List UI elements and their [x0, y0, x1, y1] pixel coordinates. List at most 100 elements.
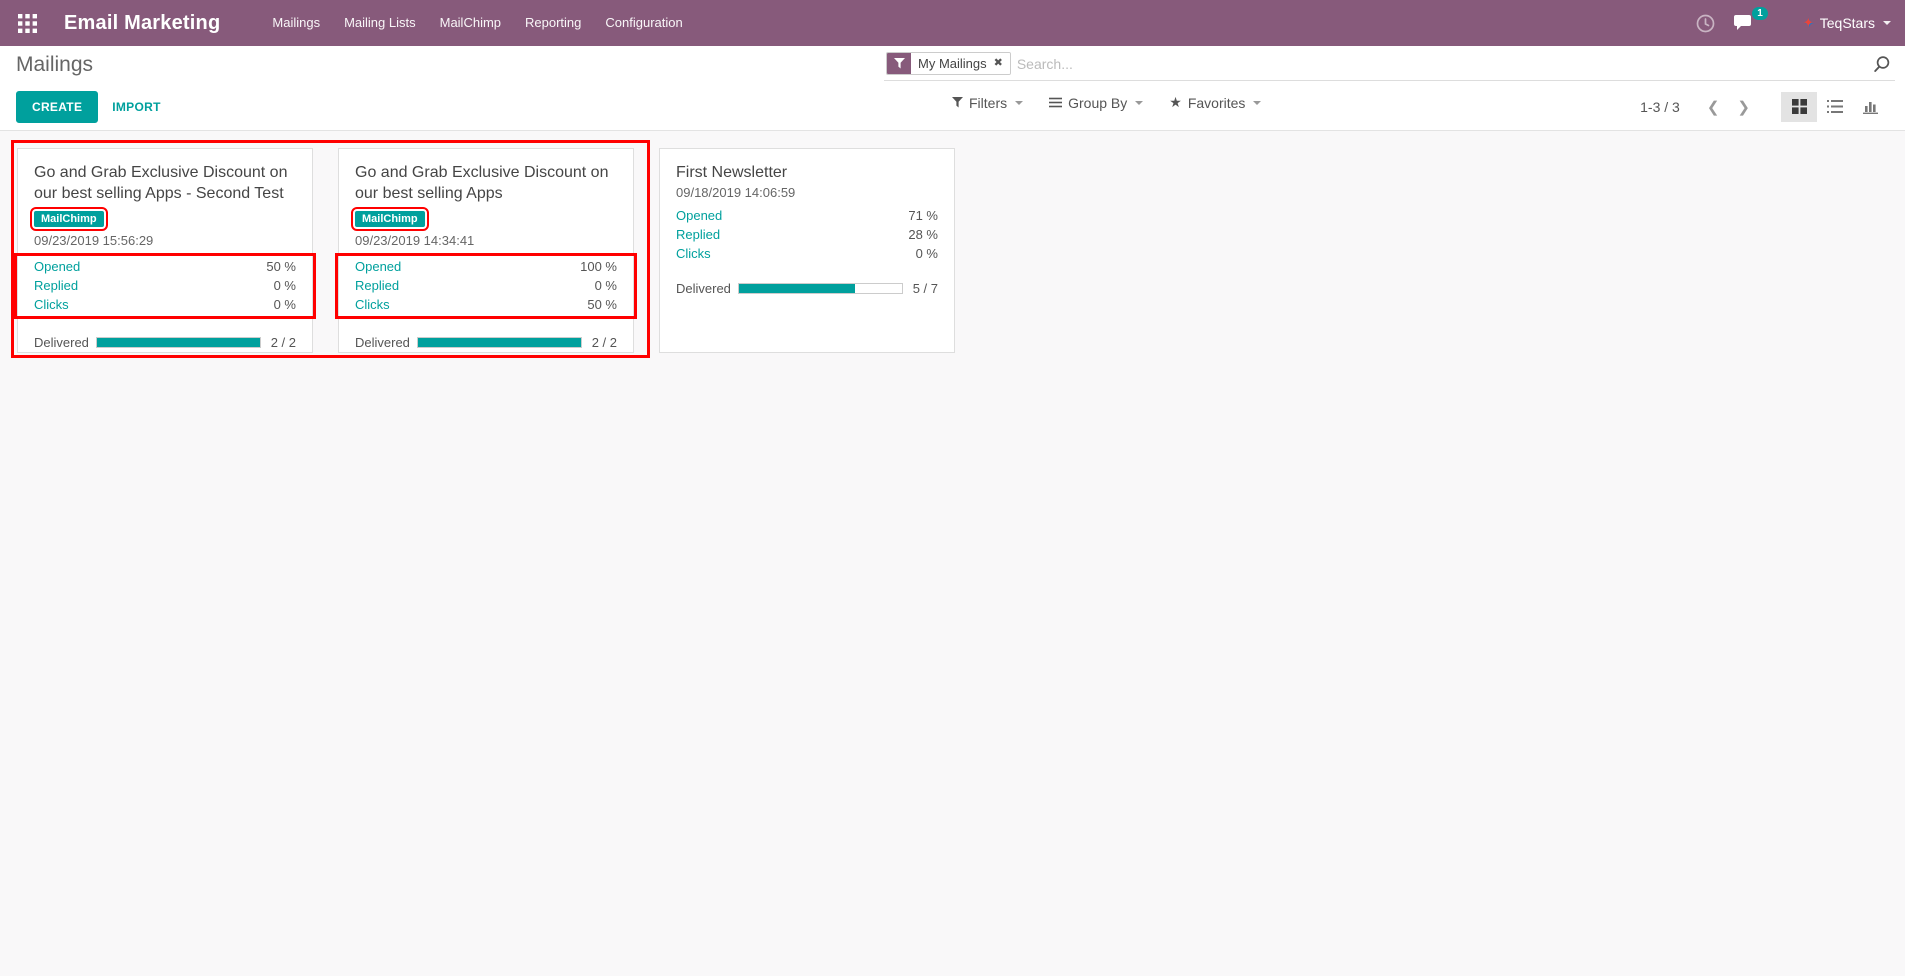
delivered-label: Delivered [355, 335, 417, 350]
stat-row-clicks: Clicks 50 % [338, 295, 634, 314]
mailing-date: 09/23/2019 15:56:29 [18, 229, 312, 253]
mailing-card[interactable]: Go and Grab Exclusive Discount on our be… [338, 148, 634, 353]
menu-reporting[interactable]: Reporting [513, 0, 593, 46]
star-icon: ★ [1169, 94, 1182, 111]
opened-link[interactable]: Opened [355, 258, 401, 275]
stat-row-clicks: Clicks 0 % [660, 244, 954, 263]
message-count-badge: 1 [1752, 7, 1768, 20]
group-by-dropdown[interactable]: Group By [1049, 95, 1143, 111]
kanban-view: Go and Grab Exclusive Discount on our be… [0, 131, 1905, 976]
clicks-link[interactable]: Clicks [676, 245, 711, 262]
control-panel: Mailings My Mailings ✖ CREATE IMPO [0, 46, 1905, 131]
mailing-card[interactable]: First Newsletter 09/18/2019 14:06:59 Ope… [659, 148, 955, 353]
delivered-value: 2 / 2 [592, 335, 617, 350]
list-view-button[interactable] [1817, 92, 1853, 122]
search-options: Filters Group By ★ Favorites [952, 94, 1261, 111]
delivered-progressbar [96, 337, 261, 348]
import-button[interactable]: IMPORT [98, 92, 174, 122]
facet-remove-icon[interactable]: ✖ [994, 58, 1003, 69]
mailchimp-badge: MailChimp [355, 211, 425, 227]
delivered-row: Delivered 2 / 2 [18, 335, 312, 350]
opened-value: 50 % [266, 258, 296, 275]
pager-previous-button[interactable]: ❮ [1698, 94, 1729, 120]
replied-value: 28 % [908, 226, 938, 243]
delivered-value: 2 / 2 [271, 335, 296, 350]
replied-link[interactable]: Replied [355, 277, 399, 294]
mailing-stats: Opened 50 % Replied 0 % Clicks 0 % [14, 253, 316, 319]
stat-row-replied: Replied 0 % [338, 276, 634, 295]
filters-dropdown[interactable]: Filters [952, 95, 1023, 111]
replied-value: 0 % [274, 277, 296, 294]
search-bar[interactable]: My Mailings ✖ [884, 50, 1895, 81]
mailing-stats: Opened 71 % Replied 28 % Clicks 0 % [660, 205, 954, 265]
replied-link[interactable]: Replied [34, 277, 78, 294]
mailing-card[interactable]: Go and Grab Exclusive Discount on our be… [17, 148, 313, 353]
chevron-down-icon [1253, 101, 1261, 105]
stat-row-replied: Replied 28 % [660, 225, 954, 244]
mailing-date: 09/23/2019 14:34:41 [339, 229, 633, 253]
replied-link[interactable]: Replied [676, 226, 720, 243]
search-facet: My Mailings ✖ [886, 52, 1011, 75]
create-button[interactable]: CREATE [16, 91, 98, 123]
kanban-records: Go and Grab Exclusive Discount on our be… [17, 148, 1905, 353]
app-title: Email Marketing [64, 12, 220, 35]
mailchimp-badge: MailChimp [34, 211, 104, 227]
menu-mailchimp[interactable]: MailChimp [428, 0, 513, 46]
stat-row-replied: Replied 0 % [17, 276, 313, 295]
mailing-title[interactable]: First Newsletter [660, 162, 954, 183]
opened-value: 71 % [908, 207, 938, 224]
menu-mailing-lists[interactable]: Mailing Lists [332, 0, 428, 46]
opened-link[interactable]: Opened [676, 207, 722, 224]
pager-range: 1-3 / 3 [1640, 99, 1680, 115]
user-name: TeqStars [1820, 15, 1875, 31]
clicks-value: 50 % [587, 296, 617, 313]
mailing-title[interactable]: Go and Grab Exclusive Discount on our be… [18, 162, 312, 204]
delivered-progressbar [417, 337, 582, 348]
page-title: Mailings [16, 50, 93, 80]
pager-next-button[interactable]: ❯ [1728, 94, 1759, 120]
kanban-view-button[interactable] [1781, 92, 1817, 122]
search-magnifier-icon[interactable] [1873, 55, 1891, 73]
group-by-label: Group By [1068, 95, 1127, 111]
favorites-label: Favorites [1188, 95, 1246, 111]
view-switcher [1781, 92, 1889, 122]
search-input[interactable] [1017, 56, 1867, 72]
top-navbar: Email Marketing Mailings Mailing Lists M… [0, 0, 1905, 46]
facet-label: My Mailings [918, 56, 987, 71]
delivered-label: Delivered [34, 335, 96, 350]
group-by-icon [1049, 97, 1062, 108]
messages-icon[interactable]: 1 [1733, 14, 1755, 32]
replied-value: 0 % [595, 277, 617, 294]
delivered-label: Delivered [676, 281, 738, 296]
mailing-stats: Opened 100 % Replied 0 % Clicks 50 % [335, 253, 637, 319]
clicks-link[interactable]: Clicks [355, 296, 390, 313]
menu-configuration[interactable]: Configuration [593, 0, 694, 46]
opened-value: 100 % [580, 258, 617, 275]
menu-mailings[interactable]: Mailings [260, 0, 332, 46]
graph-view-button[interactable] [1853, 92, 1889, 122]
stat-row-clicks: Clicks 0 % [17, 295, 313, 314]
filters-label: Filters [969, 95, 1007, 111]
apps-grid-glyph [18, 14, 37, 33]
chevron-down-icon [1135, 101, 1143, 105]
apps-grid-icon[interactable] [10, 6, 44, 40]
opened-link[interactable]: Opened [34, 258, 80, 275]
mailing-date: 09/18/2019 14:06:59 [660, 183, 954, 205]
favorites-dropdown[interactable]: ★ Favorites [1169, 94, 1261, 111]
delivered-progress-fill [97, 338, 260, 347]
stat-row-opened: Opened 100 % [338, 257, 634, 276]
filter-funnel-icon [887, 53, 911, 74]
chevron-down-icon [1015, 101, 1023, 105]
mailing-title[interactable]: Go and Grab Exclusive Discount on our be… [339, 162, 633, 204]
clicks-value: 0 % [916, 245, 938, 262]
activities-clock-icon[interactable] [1696, 14, 1715, 33]
stat-row-opened: Opened 50 % [17, 257, 313, 276]
delivered-progressbar [738, 283, 903, 294]
user-menu[interactable]: ✦ TeqStars [1803, 15, 1891, 31]
delivered-progress-fill [418, 338, 581, 347]
chevron-down-icon [1883, 21, 1891, 25]
clicks-link[interactable]: Clicks [34, 296, 69, 313]
delivered-row: Delivered 2 / 2 [339, 335, 633, 350]
delivered-progress-fill [739, 284, 855, 293]
clicks-value: 0 % [274, 296, 296, 313]
